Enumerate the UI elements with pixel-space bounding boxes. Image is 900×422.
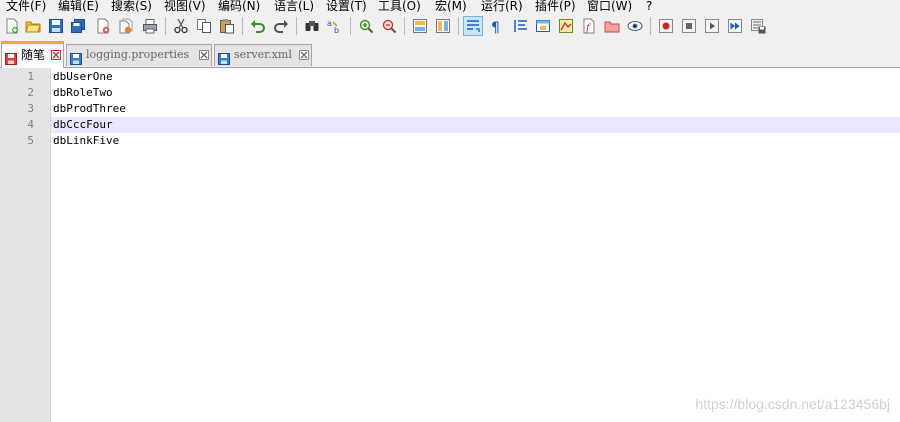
document-map-icon[interactable] <box>558 18 574 34</box>
new-file-icon[interactable] <box>4 18 20 34</box>
tab-suibi[interactable]: 随笔 <box>1 41 64 68</box>
sync-horizontal-icon[interactable] <box>435 18 451 34</box>
watermark: https://blog.csdn.net/a123456bj <box>695 396 890 412</box>
menu-edit[interactable]: 编辑(E) <box>58 0 99 14</box>
indent-guide-icon[interactable] <box>513 18 529 34</box>
menu-search[interactable]: 搜索(S) <box>111 0 152 14</box>
save-icon[interactable] <box>48 18 64 34</box>
cut-icon[interactable] <box>173 18 189 34</box>
menu-help[interactable]: ? <box>646 0 652 14</box>
menu-settings[interactable]: 设置(T) <box>326 0 367 14</box>
save-all-icon[interactable] <box>70 18 86 34</box>
zoom-out-icon[interactable] <box>381 18 397 34</box>
menu-bar: 文件(F) 编辑(E) 搜索(S) 视图(V) 编码(N) 语言(L) 设置(T… <box>0 0 900 14</box>
saved-file-icon <box>70 50 82 65</box>
menu-window[interactable]: 窗口(W) <box>587 0 632 14</box>
menu-view[interactable]: 视图(V) <box>164 0 206 14</box>
svg-text:b: b <box>334 26 339 34</box>
print-icon[interactable] <box>142 18 158 34</box>
close-icon[interactable] <box>95 18 111 34</box>
line-number: 3 <box>27 102 34 115</box>
code-line[interactable]: dbProdThree <box>53 101 126 117</box>
replace-icon[interactable]: ab <box>327 18 343 34</box>
paste-icon[interactable] <box>219 18 235 34</box>
function-list-icon[interactable]: f <box>581 18 597 34</box>
line-number: 1 <box>27 70 34 83</box>
user-language-icon[interactable] <box>535 18 551 34</box>
menu-plugins[interactable]: 插件(P) <box>535 0 576 14</box>
toolbar-separator <box>650 17 651 35</box>
code-line[interactable]: dbCccFour <box>53 117 113 133</box>
svg-text:¶: ¶ <box>491 20 500 34</box>
run-macro-multiple-icon[interactable] <box>727 18 743 34</box>
toolbar: ab ¶ f <box>0 14 900 40</box>
tab-server-xml[interactable]: server.xml <box>214 44 312 66</box>
menu-tools[interactable]: 工具(O) <box>378 0 421 14</box>
code-line[interactable]: dbUserOne <box>53 69 113 85</box>
redo-icon[interactable] <box>273 18 289 34</box>
tab-bar: 随笔 logging.properties server.xml <box>0 40 900 68</box>
menu-language[interactable]: 语言(L) <box>274 0 314 14</box>
save-macro-icon[interactable] <box>750 18 766 34</box>
menu-macro[interactable]: 宏(M) <box>435 0 467 14</box>
copy-icon[interactable] <box>196 18 212 34</box>
close-tab-icon[interactable] <box>199 50 209 60</box>
tab-label: server.xml <box>234 48 292 61</box>
tab-label: 随笔 <box>21 48 46 62</box>
show-all-characters-icon[interactable]: ¶ <box>488 18 504 34</box>
close-all-icon[interactable] <box>118 18 134 34</box>
find-icon[interactable] <box>304 18 320 34</box>
toolbar-separator <box>458 17 459 35</box>
record-macro-icon[interactable] <box>658 18 674 34</box>
unsaved-file-icon <box>5 50 17 65</box>
tab-label: logging.properties <box>86 48 190 61</box>
stop-recording-icon[interactable] <box>681 18 697 34</box>
text-editor[interactable]: 1 2 3 4 5 dbUserOne dbRoleTwo dbProdThre… <box>0 68 900 422</box>
toolbar-separator <box>350 17 351 35</box>
toolbar-separator <box>165 17 166 35</box>
playback-icon[interactable] <box>704 18 720 34</box>
line-number-gutter[interactable]: 1 2 3 4 5 <box>0 68 51 422</box>
monitoring-icon[interactable] <box>627 18 643 34</box>
sync-vertical-icon[interactable] <box>412 18 428 34</box>
current-line-highlight <box>51 117 900 133</box>
line-number: 4 <box>27 118 34 131</box>
line-number: 2 <box>27 86 34 99</box>
menu-file[interactable]: 文件(F) <box>6 0 46 14</box>
tab-logging-properties[interactable]: logging.properties <box>66 44 212 66</box>
close-tab-icon[interactable] <box>51 50 61 60</box>
code-line[interactable]: dbRoleTwo <box>53 85 113 101</box>
menu-run[interactable]: 运行(R) <box>481 0 523 14</box>
undo-icon[interactable] <box>250 18 266 34</box>
toolbar-separator <box>242 17 243 35</box>
saved-file-icon <box>218 50 230 65</box>
menu-encoding[interactable]: 编码(N) <box>218 0 260 14</box>
toolbar-separator <box>404 17 405 35</box>
toolbar-separator <box>296 17 297 35</box>
close-tab-icon[interactable] <box>299 50 309 60</box>
folder-workspace-icon[interactable] <box>604 18 620 34</box>
code-line[interactable]: dbLinkFive <box>53 133 119 149</box>
word-wrap-icon[interactable] <box>463 16 483 36</box>
open-file-icon[interactable] <box>25 18 41 34</box>
svg-text:a: a <box>327 19 332 28</box>
line-number: 5 <box>27 134 34 147</box>
zoom-in-icon[interactable] <box>358 18 374 34</box>
